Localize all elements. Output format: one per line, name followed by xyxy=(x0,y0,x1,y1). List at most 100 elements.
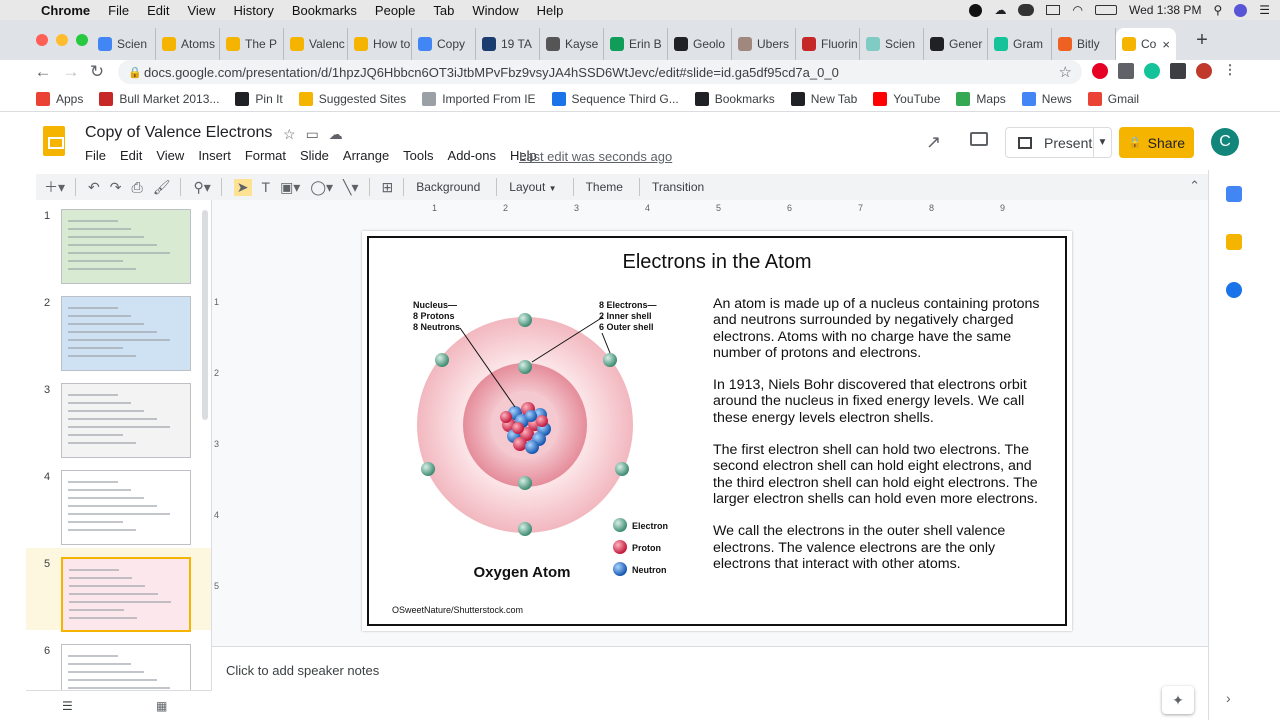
bookmark-item[interactable]: Imported From IE xyxy=(422,91,536,106)
comment-add-icon[interactable]: ⊞ xyxy=(382,179,394,196)
address-bar[interactable]: 🔒 docs.google.com/presentation/d/1hpzJQ6… xyxy=(118,60,1082,84)
browser-tab[interactable]: Copy xyxy=(412,28,476,60)
browser-tab[interactable]: Geolo xyxy=(668,28,732,60)
doc-menu-item[interactable]: Add-ons xyxy=(448,148,496,163)
slide-thumbnail[interactable] xyxy=(61,296,191,371)
filmstrip-scrollbar[interactable] xyxy=(202,210,208,420)
image-icon[interactable]: ▣▾ xyxy=(280,179,300,196)
doc-menu-item[interactable]: Slide xyxy=(300,148,329,163)
extension-icon[interactable] xyxy=(1118,63,1134,79)
display-icon[interactable] xyxy=(1046,5,1061,15)
bookmark-item[interactable]: News xyxy=(1021,91,1072,106)
clock-text[interactable]: Wed 1:38 PM xyxy=(1129,3,1201,17)
forward-arrow-icon[interactable]: → xyxy=(60,62,82,82)
speaker-notes-placeholder[interactable]: Click to add speaker notes xyxy=(226,663,379,678)
zoom-icon[interactable]: ⚲▾ xyxy=(193,179,210,196)
undo-icon[interactable]: ↶ xyxy=(88,179,100,196)
bookmark-item[interactable]: Gmail xyxy=(1087,91,1139,106)
bookmark-item[interactable]: Bull Market 2013... xyxy=(99,91,219,106)
doc-menu-item[interactable]: Format xyxy=(245,148,286,163)
select-pointer-icon[interactable]: ➤ xyxy=(233,178,252,196)
new-tab-button[interactable]: + xyxy=(1190,28,1214,52)
menu-view[interactable]: View xyxy=(178,3,224,18)
bookmark-item[interactable]: Bookmarks xyxy=(694,91,775,106)
slide-filmstrip[interactable]: 1 2 3 4 5 6 xyxy=(26,200,212,690)
doc-menu-item[interactable]: Arrange xyxy=(343,148,389,163)
theme-button[interactable]: Theme xyxy=(586,180,623,194)
bookmark-item[interactable]: Suggested Sites xyxy=(298,91,406,106)
control-center-icon[interactable]: ☰ xyxy=(1259,3,1270,17)
layout-button[interactable]: Layout ▼ xyxy=(509,180,556,194)
cloud-status-icon[interactable]: ☁ xyxy=(329,126,343,143)
bookmark-item[interactable]: Sequence Third G... xyxy=(551,91,679,106)
menu-file[interactable]: File xyxy=(99,3,138,18)
redo-icon[interactable]: ↷ xyxy=(110,179,122,196)
siri-icon[interactable] xyxy=(1234,3,1248,17)
star-icon[interactable]: ☆ xyxy=(283,126,296,143)
puzzle-extensions-icon[interactable] xyxy=(1170,63,1186,79)
user-avatar[interactable]: C xyxy=(1211,128,1239,156)
horizontal-ruler[interactable]: 1 2 3 4 5 6 7 8 9 xyxy=(366,203,1072,215)
browser-tab[interactable]: Fluorin xyxy=(796,28,860,60)
bookmark-item[interactable]: Maps xyxy=(956,91,1006,106)
slide-thumbnail-row[interactable]: 1 xyxy=(26,200,211,284)
browser-tab[interactable]: Ubers xyxy=(732,28,796,60)
reload-icon[interactable]: ↻ xyxy=(86,62,108,82)
text-box-icon[interactable]: T xyxy=(262,179,271,195)
slide-body-text[interactable]: An atom is made up of a nucleus containi… xyxy=(713,296,1053,588)
lock-icon[interactable]: 🔒 xyxy=(128,66,144,79)
pinterest-extension-icon[interactable] xyxy=(1092,63,1108,79)
slides-logo-icon[interactable] xyxy=(43,126,65,156)
browser-tab[interactable]: Atoms xyxy=(156,28,220,60)
slide-thumbnail[interactable] xyxy=(61,557,191,632)
vertical-ruler[interactable]: 1 2 3 4 5 xyxy=(214,231,226,627)
oxygen-atom-illustration[interactable]: Nucleus— 8 Protons 8 Neutrons 8 Electron… xyxy=(392,291,702,601)
battery-icon[interactable] xyxy=(1094,5,1117,15)
menu-people[interactable]: People xyxy=(366,3,424,18)
speaker-notes[interactable]: Click to add speaker notes xyxy=(212,646,1208,720)
menu-history[interactable]: History xyxy=(224,3,282,18)
browser-tab[interactable]: Erin B xyxy=(604,28,668,60)
browser-tab[interactable]: Kayse xyxy=(540,28,604,60)
slide-thumbnail-row[interactable]: 5 xyxy=(26,548,211,632)
line-icon[interactable]: ╲▾ xyxy=(343,179,358,196)
browser-tab[interactable]: 19 TA xyxy=(476,28,540,60)
slide-thumbnail-row[interactable]: 2 xyxy=(26,287,211,371)
present-dropdown-caret[interactable]: ▼ xyxy=(1093,128,1111,157)
spotlight-search-icon[interactable]: ⚲ xyxy=(1213,3,1222,17)
paint-format-icon[interactable]: 🖌 xyxy=(153,179,171,196)
doc-menu-item[interactable]: Tools xyxy=(403,148,433,163)
slide-thumbnail[interactable] xyxy=(61,209,191,284)
slide-thumbnail[interactable] xyxy=(61,383,191,458)
creative-cloud-icon[interactable] xyxy=(1018,4,1035,16)
move-folder-icon[interactable]: ▭ xyxy=(306,126,319,143)
browser-tab[interactable]: Scien xyxy=(860,28,924,60)
list-view-icon[interactable]: ☰ xyxy=(62,699,73,713)
browser-tab[interactable]: How to xyxy=(348,28,412,60)
grammarly-extension-icon[interactable] xyxy=(1144,63,1160,79)
bookmark-item[interactable]: Apps xyxy=(36,91,83,106)
doc-menu-item[interactable]: Insert xyxy=(198,148,231,163)
bookmark-item[interactable]: New Tab xyxy=(790,91,857,106)
background-button[interactable]: Background xyxy=(416,180,480,194)
print-icon[interactable]: ⎙ xyxy=(132,179,143,196)
keep-icon[interactable] xyxy=(1226,234,1242,250)
menu-app-name[interactable]: Chrome xyxy=(32,3,99,18)
slide-thumbnail[interactable] xyxy=(61,644,191,690)
transition-button[interactable]: Transition xyxy=(652,180,704,194)
current-slide[interactable]: Electrons in the Atom Nucleus— 8 Protons… xyxy=(362,231,1072,631)
chrome-menu-icon[interactable]: ⋮ xyxy=(1222,63,1238,79)
bookmark-star-icon[interactable]: ☆ xyxy=(1059,63,1072,81)
menu-window[interactable]: Window xyxy=(463,3,527,18)
last-edit-link[interactable]: Last edit was seconds ago xyxy=(519,149,672,164)
bookmark-item[interactable]: YouTube xyxy=(873,91,940,106)
slide-thumbnail-row[interactable]: 4 xyxy=(26,461,211,545)
maximize-window-icon[interactable] xyxy=(76,34,88,46)
browser-tab[interactable]: Bitly xyxy=(1052,28,1116,60)
grid-view-icon[interactable]: ▦ xyxy=(156,699,167,713)
doc-menu-item[interactable]: File xyxy=(85,148,106,163)
browser-tab[interactable]: Valenc xyxy=(284,28,348,60)
menu-help[interactable]: Help xyxy=(528,3,573,18)
expand-side-panel-icon[interactable]: › xyxy=(1226,690,1231,706)
bookmark-item[interactable]: Pin It xyxy=(235,91,283,106)
